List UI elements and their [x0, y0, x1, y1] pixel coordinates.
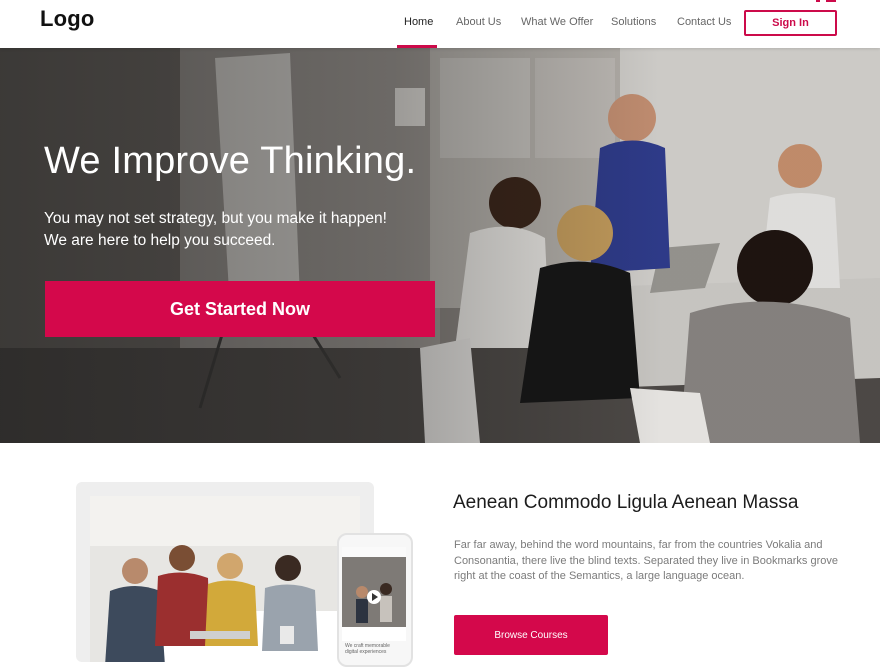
- phone-screen-image: [342, 547, 406, 641]
- site-header: Logo Home About Us What We Offer Solutio…: [0, 0, 880, 48]
- sign-in-button[interactable]: Sign In: [744, 10, 837, 36]
- hero-title: We Improve Thinking.: [44, 140, 417, 182]
- feature-title: Aenean Commodo Ligula Aenean Massa: [453, 492, 799, 513]
- hero-subtitle-line-1: You may not set strategy, but you make i…: [44, 210, 387, 227]
- phone-caption: We craft memorable digital experiences: [345, 643, 390, 655]
- feature-body-text: Far far away, behind the word mountains,…: [454, 539, 838, 582]
- hero-subtitle: You may not set strategy, but you make i…: [44, 208, 387, 252]
- active-nav-indicator: [397, 45, 437, 48]
- tablet-mockup: [76, 482, 374, 662]
- phone-mockup: We craft memorable digital experiences: [337, 533, 413, 667]
- hero-subtitle-line-2: We are here to help you succeed.: [44, 232, 276, 249]
- nav-about-us[interactable]: About Us: [456, 16, 501, 28]
- phone-video-thumbnail: [342, 547, 406, 641]
- hero-section: We Improve Thinking. You may not set str…: [0, 48, 880, 443]
- nav-contact-us[interactable]: Contact Us: [677, 16, 731, 28]
- get-started-button[interactable]: Get Started Now: [45, 281, 435, 337]
- team-workshop-photo: [90, 496, 360, 662]
- nav-home[interactable]: Home: [404, 16, 433, 28]
- browse-courses-button[interactable]: Browse Courses: [454, 615, 608, 655]
- nav-what-we-offer[interactable]: What We Offer: [521, 16, 593, 28]
- tablet-screen-image: [90, 496, 360, 662]
- nav-solutions[interactable]: Solutions: [611, 16, 656, 28]
- corner-accent-mark: [814, 0, 840, 3]
- logo[interactable]: Logo: [40, 6, 95, 32]
